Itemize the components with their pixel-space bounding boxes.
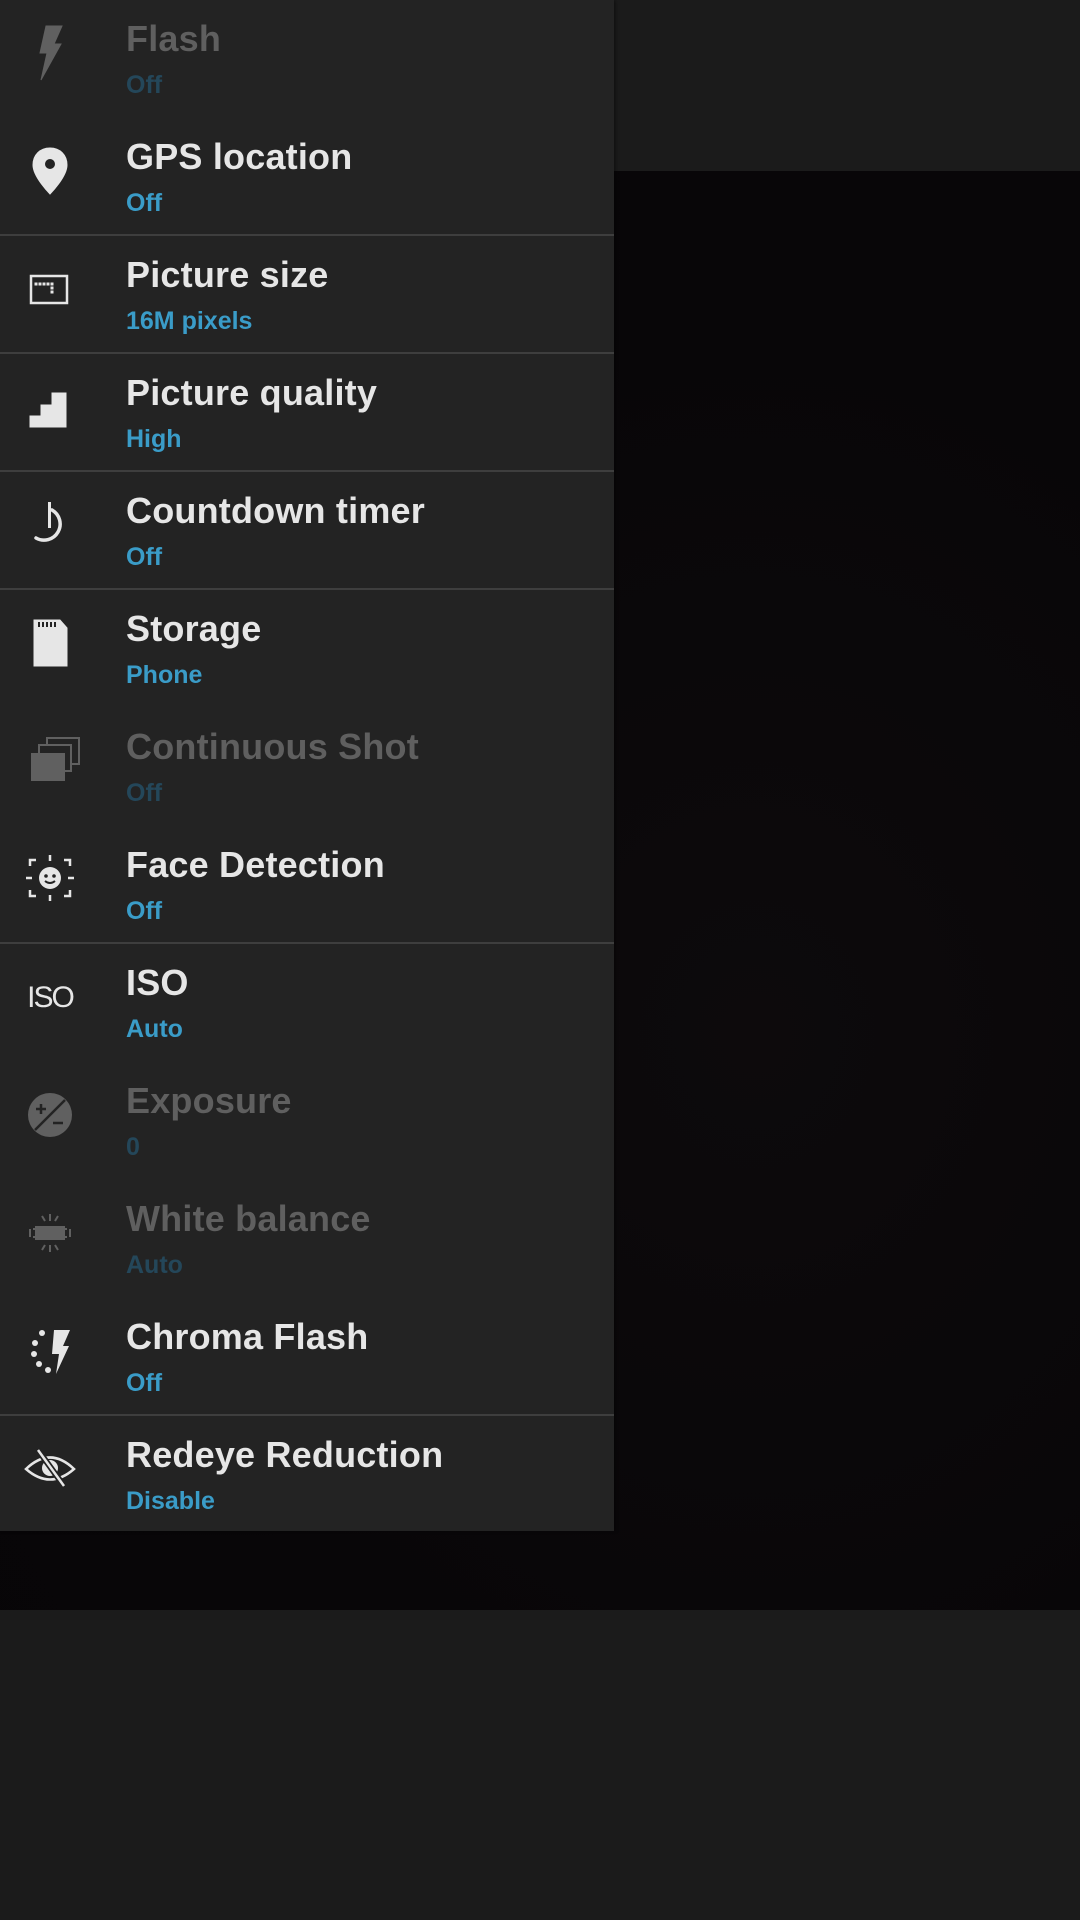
burst-icon [18, 728, 82, 792]
setting-value: High [126, 425, 182, 453]
camera-settings-menu: Flash Off GPS location Off Picture size … [0, 0, 614, 1531]
setting-value: Disable [126, 1487, 215, 1515]
setting-chroma-flash[interactable]: Chroma Flash Off [0, 1298, 614, 1416]
setting-value: Off [126, 189, 163, 217]
setting-title: Face Detection [126, 844, 385, 885]
setting-flash: Flash Off [0, 0, 614, 118]
white-balance-icon [18, 1200, 82, 1264]
setting-value: Auto [126, 1015, 183, 1043]
setting-redeye-reduction[interactable]: Redeye Reduction Disable [0, 1416, 614, 1534]
setting-value: 0 [126, 1133, 140, 1161]
setting-white-balance: White balance Auto [0, 1180, 614, 1298]
setting-title: Exposure [126, 1080, 292, 1121]
setting-value: Off [126, 779, 163, 807]
sd-card-icon [18, 610, 82, 674]
location-pin-icon [18, 138, 82, 202]
setting-title: Continuous Shot [126, 726, 419, 767]
setting-title: GPS location [126, 136, 353, 177]
timer-icon [18, 492, 82, 556]
setting-title: Flash [126, 18, 222, 59]
iso-icon: ISO [18, 964, 82, 1028]
chroma-flash-icon [18, 1318, 82, 1382]
setting-continuous-shot: Continuous Shot Off [0, 708, 614, 826]
setting-value: 16M pixels [126, 307, 253, 335]
iso-icon-text: ISO [27, 981, 73, 1014]
setting-iso[interactable]: ISO ISO Auto [0, 944, 614, 1062]
setting-value: Off [126, 543, 163, 571]
setting-title: Chroma Flash [126, 1316, 369, 1357]
setting-picture-size[interactable]: Picture size 16M pixels [0, 236, 614, 354]
setting-value: Phone [126, 661, 203, 689]
setting-exposure: Exposure 0 [0, 1062, 614, 1180]
setting-storage[interactable]: Storage Phone [0, 590, 614, 708]
camera-bottom-bar [0, 1610, 1080, 1920]
exposure-icon [18, 1082, 82, 1146]
setting-value: Auto [126, 1251, 183, 1279]
quality-steps-icon [18, 374, 82, 438]
picture-size-icon [18, 256, 82, 320]
setting-title: Countdown timer [126, 490, 425, 531]
setting-title: Storage [126, 608, 262, 649]
setting-value: Off [126, 1369, 163, 1397]
face-detection-icon [18, 846, 82, 910]
setting-title: Redeye Reduction [126, 1434, 444, 1475]
redeye-off-icon [18, 1436, 82, 1500]
setting-gps-location[interactable]: GPS location Off [0, 118, 614, 236]
setting-value: Off [126, 897, 163, 925]
setting-value: Off [126, 71, 163, 99]
setting-title: ISO [126, 962, 189, 1003]
setting-picture-quality[interactable]: Picture quality High [0, 354, 614, 472]
setting-face-detection[interactable]: Face Detection Off [0, 826, 614, 944]
setting-countdown-timer[interactable]: Countdown timer Off [0, 472, 614, 590]
flash-icon [18, 20, 82, 84]
setting-title: Picture quality [126, 372, 378, 413]
setting-title: White balance [126, 1198, 371, 1239]
setting-title: Picture size [126, 254, 329, 295]
